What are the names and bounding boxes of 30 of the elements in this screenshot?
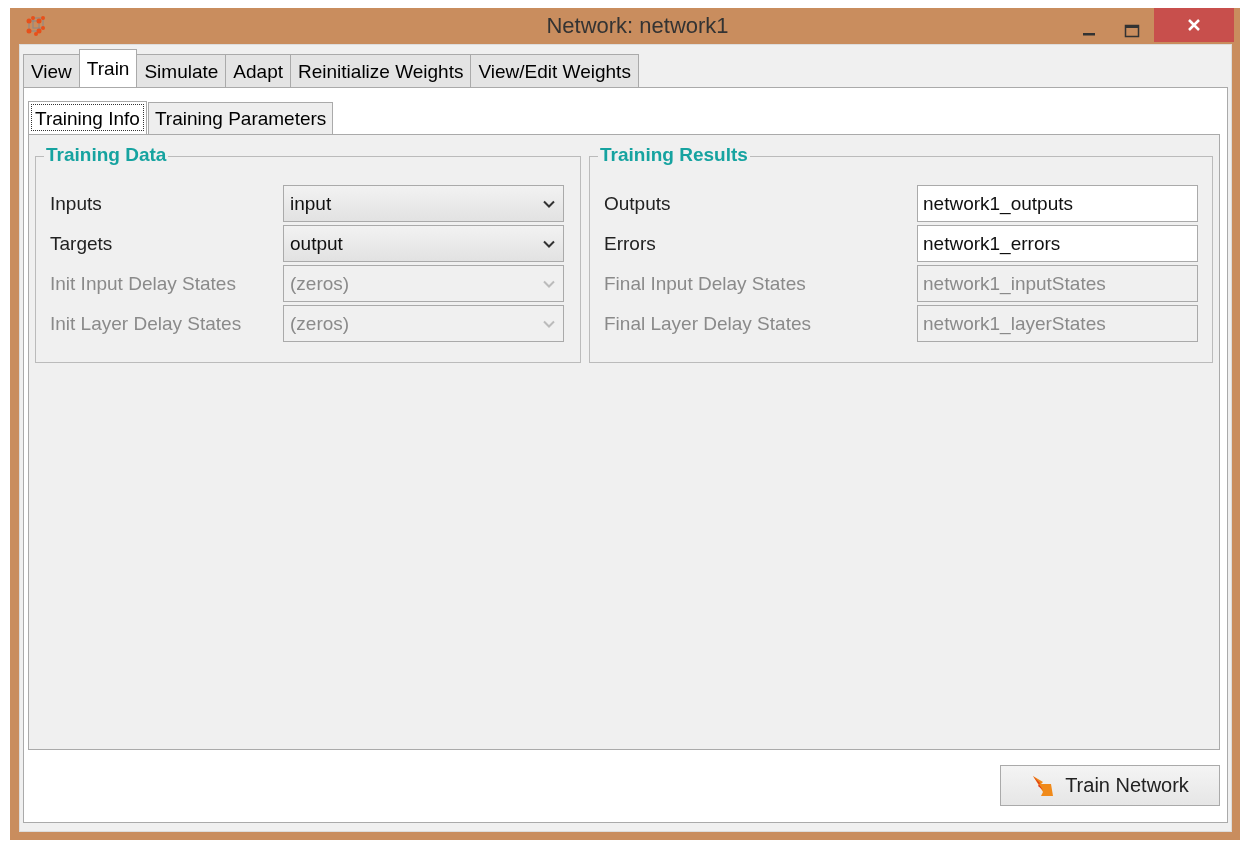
chevron-down-icon [543,319,555,328]
tab[interactable]: View/Edit Weights [470,54,639,87]
field-label: Inputs [50,192,103,215]
chevron-down-icon [543,279,555,288]
chevron-down-icon [543,199,555,208]
tab[interactable]: Training Info [28,101,147,134]
field-label: Errors [604,232,657,255]
field-label: Init Input Delay States [50,272,237,295]
field-label: Outputs [604,192,672,215]
chevron-down-icon [543,239,555,248]
tab[interactable]: Train [78,49,138,87]
train-network-button[interactable]: Train Network [1000,765,1220,806]
window-title: Network: network1 [545,13,730,39]
field-label: Final Layer Delay States [604,312,812,335]
text-field[interactable]: network1_outputs [917,185,1198,222]
tab[interactable]: Simulate [136,54,227,87]
tab[interactable]: Training Parameters [147,102,334,134]
dropdown[interactable]: output [283,225,564,262]
close-icon [1187,18,1201,32]
tab[interactable]: Adapt [225,54,291,87]
text-field[interactable]: network1_errors [917,225,1198,262]
network-cube-icon [25,15,47,37]
close-button[interactable] [1154,8,1234,42]
tab[interactable]: View [23,54,80,87]
dropdown[interactable]: input [283,185,564,222]
field-label: Final Input Delay States [604,272,807,295]
tab[interactable]: Reinitialize Weights [290,54,472,87]
field-label: Init Layer Delay States [50,312,243,335]
maximize-icon[interactable] [1124,24,1140,38]
field-label: Targets [50,232,114,255]
